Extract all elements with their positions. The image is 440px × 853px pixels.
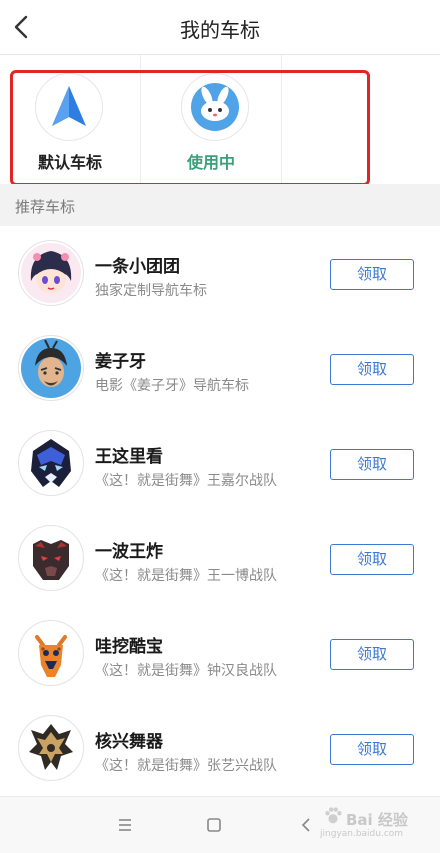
chevron-left-icon: [301, 818, 310, 832]
blue-mask-avatar-icon: [18, 430, 84, 496]
watermark-url: jingyan.baidu.com: [320, 829, 404, 839]
claim-button[interactable]: 领取: [330, 259, 414, 290]
dragon-crest-avatar-icon: [18, 715, 84, 781]
item-subtitle: 电影《姜子牙》导航车标: [95, 378, 249, 394]
item-title: 姜子牙: [95, 352, 146, 372]
section-header: 推荐车标: [0, 184, 440, 226]
list-item[interactable]: 王这里看 《这！就是街舞》王嘉尔战队 领取: [0, 416, 440, 512]
item-title: 一条小团团: [95, 257, 180, 277]
square-home-icon: [207, 818, 221, 832]
highlight-annotation-box: [10, 70, 370, 186]
section-title: 推荐车标: [15, 198, 76, 216]
watermark-text: Bai 经验: [346, 811, 408, 829]
item-subtitle: 《这！就是街舞》钟汉良战队: [95, 663, 277, 679]
header: 我的车标: [0, 0, 440, 55]
list-item[interactable]: 姜子牙 电影《姜子牙》导航车标 领取: [0, 321, 440, 417]
item-subtitle: 独家定制导航车标: [95, 283, 207, 299]
claim-button[interactable]: 领取: [330, 734, 414, 765]
item-subtitle: 《这！就是街舞》张艺兴战队: [95, 758, 277, 774]
giraffe-avatar-icon: [18, 620, 84, 686]
claim-button[interactable]: 领取: [330, 544, 414, 575]
item-subtitle: 《这！就是街舞》王嘉尔战队: [95, 473, 277, 489]
list-item[interactable]: 一条小团团 独家定制导航车标 领取: [0, 226, 440, 322]
list-item[interactable]: 核兴舞器 《这！就是街舞》张艺兴战队 领取: [0, 701, 440, 797]
panther-avatar-icon: [18, 525, 84, 591]
claim-button[interactable]: 领取: [330, 639, 414, 670]
item-title: 王这里看: [95, 447, 163, 467]
jiangziya-avatar-icon: [18, 335, 84, 401]
nav-back-button[interactable]: [292, 811, 320, 839]
list-item[interactable]: 一波王炸 《这！就是街舞》王一博战队 领取: [0, 511, 440, 607]
anime-girl-avatar-icon: [18, 240, 84, 306]
page-title: 我的车标: [180, 18, 260, 42]
paw-logo-icon: [325, 807, 342, 824]
item-subtitle: 《这！就是街舞》王一博战队: [95, 568, 277, 584]
claim-button[interactable]: 领取: [330, 449, 414, 480]
watermark: Bai 经验 jingyan.baidu.com: [320, 799, 424, 845]
menu-icon: [119, 819, 131, 831]
home-button[interactable]: [200, 811, 228, 839]
system-nav-bar: Bai 经验 jingyan.baidu.com: [0, 796, 440, 853]
claim-button[interactable]: 领取: [330, 354, 414, 385]
menu-button[interactable]: [111, 811, 139, 839]
item-title: 一波王炸: [95, 542, 163, 562]
item-title: 核兴舞器: [95, 732, 163, 752]
list-item[interactable]: 哇挖酷宝 《这！就是街舞》钟汉良战队 领取: [0, 606, 440, 702]
item-title: 哇挖酷宝: [95, 637, 163, 657]
